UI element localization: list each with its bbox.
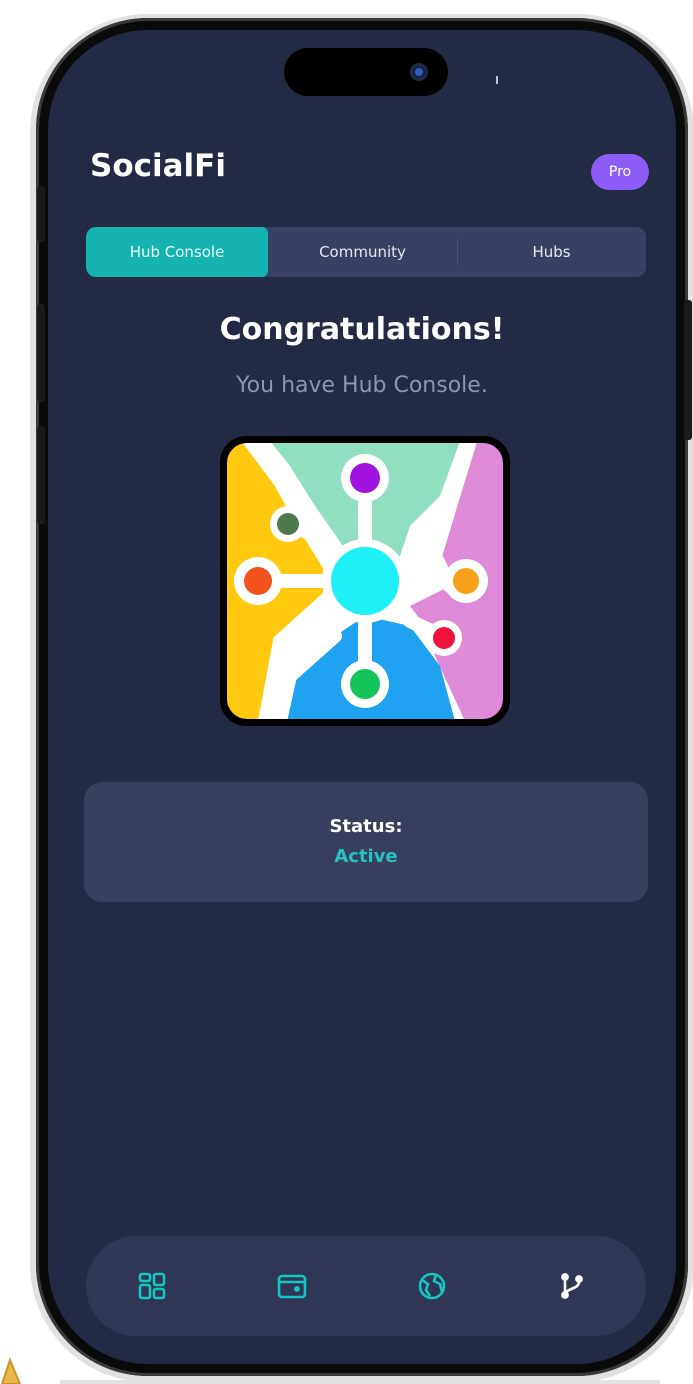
globe-icon xyxy=(418,1272,446,1300)
nav-dashboard-button[interactable] xyxy=(132,1266,172,1306)
nav-wallet-button[interactable] xyxy=(272,1266,312,1306)
hub-network-icon xyxy=(220,436,510,726)
bottom-navigation xyxy=(86,1236,646,1336)
nav-branch-button[interactable] xyxy=(552,1266,592,1306)
tab-community[interactable]: Community xyxy=(268,227,457,277)
pro-badge[interactable]: Pro xyxy=(591,154,649,190)
dashboard-grid-icon xyxy=(138,1272,166,1300)
dynamic-island xyxy=(284,48,448,96)
status-card: Status: Active xyxy=(84,782,648,902)
congratulations-heading: Congratulations! xyxy=(219,312,505,347)
side-button-power xyxy=(684,300,692,440)
corner-decoration xyxy=(0,1357,22,1384)
tab-bar: Hub Console Community Hubs xyxy=(86,227,646,277)
app-title: SocialFi xyxy=(90,148,226,184)
camera-icon xyxy=(410,63,428,81)
wallet-icon xyxy=(277,1274,307,1299)
side-button-volume-down xyxy=(37,426,45,524)
status-bar-indicator xyxy=(496,76,498,84)
app-screen: SocialFi Pro Hub Console Community Hubs … xyxy=(48,30,676,1364)
status-label: Status: xyxy=(329,816,403,837)
side-button-mute xyxy=(37,186,45,242)
tab-hubs[interactable]: Hubs xyxy=(457,227,646,277)
nav-globe-button[interactable] xyxy=(412,1266,452,1306)
phone-bottom-edge xyxy=(60,1380,660,1384)
status-value: Active xyxy=(334,846,398,867)
tab-hub-console[interactable]: Hub Console xyxy=(86,227,268,277)
git-branch-icon xyxy=(561,1273,583,1299)
congratulations-subheading: You have Hub Console. xyxy=(236,373,488,398)
side-button-volume-up xyxy=(37,304,45,402)
